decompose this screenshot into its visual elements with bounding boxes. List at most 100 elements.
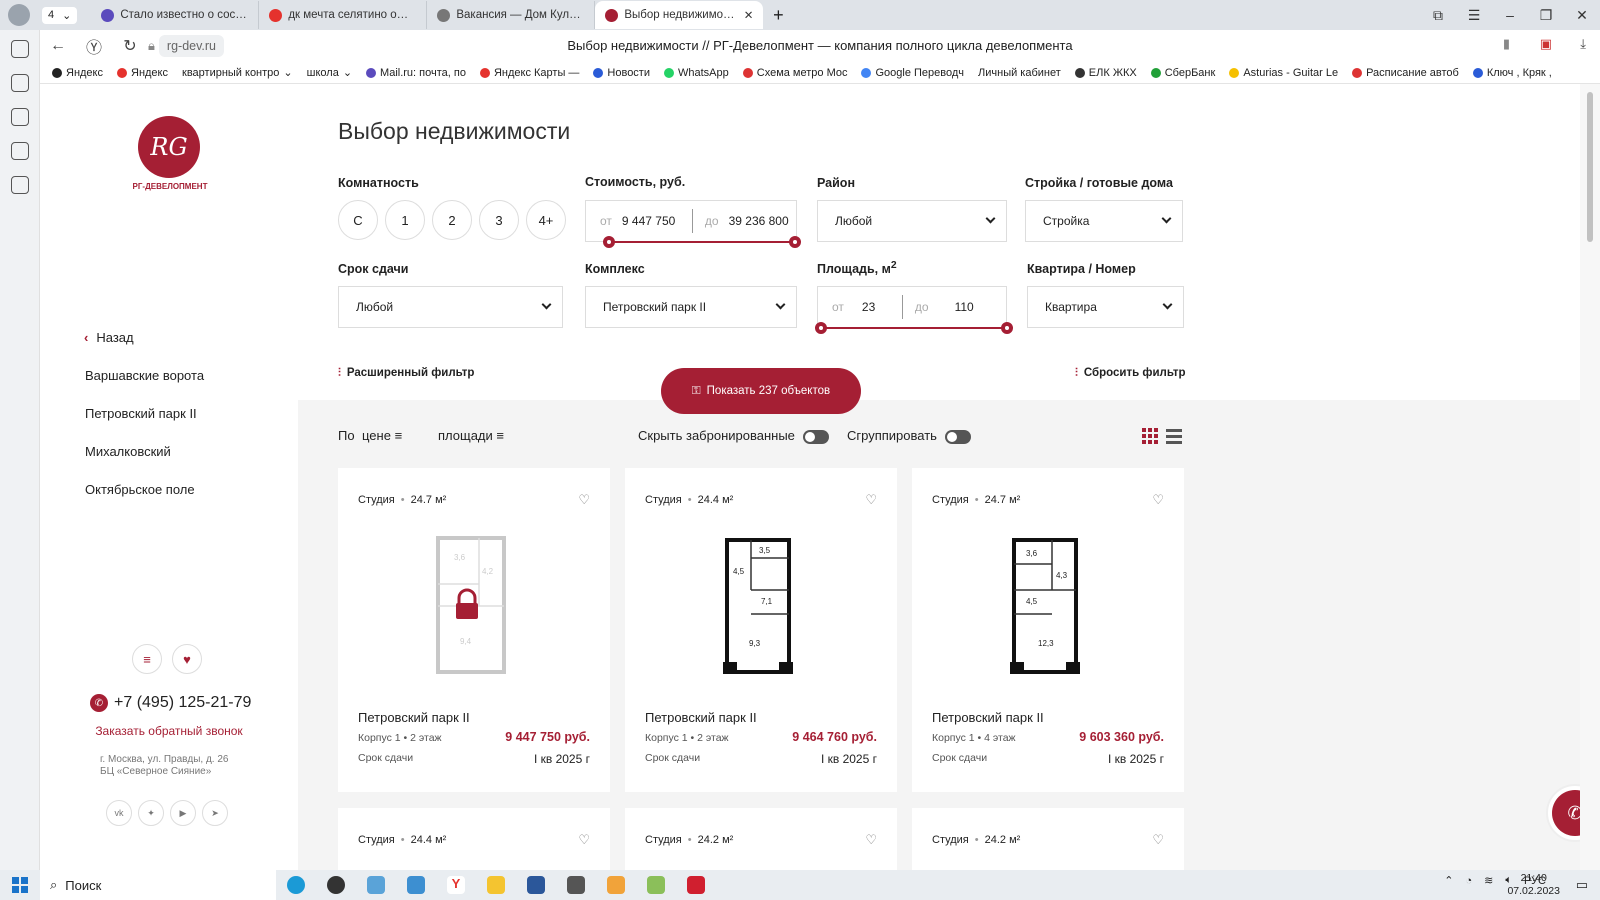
bookmark-item[interactable]: Схема метро Мос [742, 67, 847, 79]
rg-logo[interactable]: RG [138, 116, 200, 178]
app-icon[interactable] [596, 870, 636, 900]
price-to-input[interactable]: 39 236 800 [729, 214, 789, 228]
favorite-heart-icon[interactable]: ♡ [578, 492, 590, 508]
scrollbar-thumb[interactable] [1587, 92, 1593, 242]
bookmark-item[interactable]: школа ⌄ [307, 66, 352, 80]
apartment-card[interactable]: Студия • 24.4 м² ♡ [338, 808, 610, 870]
bookmark-item[interactable]: Яндекс [52, 67, 103, 79]
show-results-button[interactable]: ⚿ Показать 237 объектов [661, 368, 861, 414]
apartment-select[interactable]: Квартира [1027, 286, 1184, 328]
favorite-heart-icon[interactable]: ♡ [865, 492, 877, 508]
sidebar-item[interactable]: Петровский парк II [85, 406, 197, 421]
favorite-heart-icon[interactable]: ♡ [578, 832, 590, 848]
edge-icon[interactable] [276, 870, 316, 900]
apartment-card[interactable]: Студия • 24.2 м² ♡ [912, 808, 1184, 870]
word-icon[interactable] [516, 870, 556, 900]
bookmark-item[interactable]: квартирный контро ⌄ [182, 66, 293, 80]
close-tab-icon[interactable]: ✕ [744, 8, 754, 22]
collections-icon[interactable]: ⧉ [1420, 0, 1456, 30]
bookmark-item[interactable]: СберБанк [1150, 67, 1215, 79]
area-min-handle[interactable] [815, 322, 827, 334]
bookmark-item[interactable]: Яндекс Карты — [479, 67, 579, 79]
app-icon[interactable] [356, 870, 396, 900]
menu-button[interactable]: ≡ [132, 644, 162, 674]
app-icon[interactable] [676, 870, 716, 900]
tab-3[interactable]: Вакансия — Дом Культур [427, 1, 596, 29]
apartment-card[interactable]: Студия • 24.7 м² ♡ 3,6 4,3 4,5 12,3 Петров… [912, 468, 1184, 792]
area-from-input[interactable]: 23 [854, 300, 890, 314]
toggle-switch[interactable] [944, 429, 971, 444]
bookmark-item[interactable]: Новости [593, 67, 650, 79]
yandex-browser-icon[interactable]: Y [436, 870, 476, 900]
chevron-up-icon[interactable]: ⌃ [1444, 874, 1453, 887]
room-studio-button[interactable]: С [338, 200, 378, 240]
group-toggle[interactable]: Сгруппировать [847, 428, 971, 444]
apartment-card[interactable]: Студия • 24.2 м² ♡ [625, 808, 897, 870]
sort-by-price[interactable]: цене ≡ [362, 428, 402, 443]
clock[interactable]: 21:40 07.02.2023 [1507, 872, 1560, 898]
extension-icon[interactable]: ▣ [1540, 36, 1552, 52]
download-icon[interactable]: ⤓ [1580, 36, 1586, 52]
bookmark-item[interactable]: Личный кабинет [978, 67, 1061, 79]
bookmark-item[interactable]: ЕЛК ЖКХ [1074, 67, 1137, 79]
bookmark-item[interactable]: Яндекс [117, 67, 168, 79]
area-to-input[interactable]: 110 [939, 300, 974, 314]
bookmark-item[interactable]: WhatsApp [664, 67, 729, 79]
vk-icon[interactable]: vk [106, 800, 132, 826]
taskbar-search[interactable]: ⌕ Поиск [40, 870, 276, 900]
youtube-icon[interactable]: ▶ [170, 800, 196, 826]
reset-filter-link[interactable]: ⫶ Сбросить фильтр [1075, 367, 1186, 380]
bookmark-item[interactable]: Mail.ru: почта, по [366, 67, 466, 79]
area-max-handle[interactable] [1001, 322, 1013, 334]
tab-1[interactable]: Стало известно о состоян [91, 1, 260, 29]
bookmark-item[interactable]: Google Переводч [861, 67, 964, 79]
favorites-button[interactable]: ♥ [172, 644, 202, 674]
tab-2[interactable]: дк мечта селятино офици [259, 1, 428, 29]
app-icon[interactable] [396, 870, 436, 900]
bookmark-icon[interactable]: ▮ [1503, 36, 1510, 52]
deadline-select[interactable]: Любой [338, 286, 563, 328]
call-button[interactable]: ✆ [1546, 784, 1580, 842]
favorite-heart-icon[interactable]: ♡ [1152, 832, 1164, 848]
apartment-card[interactable]: Студия • 24.7 м² ♡ 3,6 4,2 9,4 Петровский … [338, 468, 610, 792]
app-icon[interactable] [636, 870, 676, 900]
explorer-icon[interactable] [476, 870, 516, 900]
sidebar-item[interactable]: Варшавские ворота [85, 368, 204, 383]
apartment-card[interactable]: Студия • 24.4 м² ♡ 3,5 4,5 7,1 9,3 Петровс… [625, 468, 897, 792]
back-link[interactable]: ‹ Назад [84, 330, 134, 345]
district-select[interactable]: Любой [817, 200, 1007, 242]
notifications-icon[interactable]: ▭ [1576, 877, 1588, 893]
toggle-switch[interactable] [802, 429, 829, 444]
close-window-icon[interactable]: ✕ [1564, 0, 1600, 30]
phone-number[interactable]: ✆ +7 (495) 125-21-79 [90, 694, 251, 712]
list-view-icon[interactable] [1166, 428, 1182, 444]
room-2-button[interactable]: 2 [432, 200, 472, 240]
menu-icon[interactable]: ☰ [1456, 0, 1492, 30]
sidebar-item[interactable]: Октябрьское поле [85, 482, 195, 497]
scrollbar[interactable] [1580, 84, 1600, 870]
price-from-input[interactable]: 9 447 750 [622, 214, 692, 228]
room-1-button[interactable]: 1 [385, 200, 425, 240]
network-icon[interactable]: ◔ [1465, 875, 1472, 887]
minimize-icon[interactable]: – [1492, 0, 1528, 30]
hide-booked-toggle[interactable]: Скрыть забронированные [638, 428, 829, 444]
tab-counter[interactable]: 4 ⌄ [42, 6, 78, 24]
new-tab-button[interactable]: + [763, 5, 793, 26]
room-4plus-button[interactable]: 4+ [526, 200, 566, 240]
telegram-icon[interactable]: ➤ [202, 800, 228, 826]
restore-icon[interactable]: ❐ [1528, 0, 1564, 30]
profile-icon[interactable] [8, 4, 30, 26]
dzen-icon[interactable]: ✦ [138, 800, 164, 826]
app-icon[interactable] [316, 870, 356, 900]
history-icon[interactable] [10, 40, 29, 58]
grid-view-icon[interactable] [1142, 428, 1158, 444]
windows-start-icon[interactable] [0, 877, 40, 893]
video-icon[interactable] [10, 108, 29, 126]
build-status-select[interactable]: Стройка [1025, 200, 1183, 242]
price-max-handle[interactable] [789, 236, 801, 248]
calculator-icon[interactable] [556, 870, 596, 900]
bookmark-item[interactable]: Расписание автоб [1352, 67, 1459, 79]
bookmark-item[interactable]: Asturias - Guitar Le [1229, 67, 1338, 79]
extended-filter-link[interactable]: ⫶ Расширенный фильтр [338, 367, 474, 380]
favorite-heart-icon[interactable]: ♡ [865, 832, 877, 848]
